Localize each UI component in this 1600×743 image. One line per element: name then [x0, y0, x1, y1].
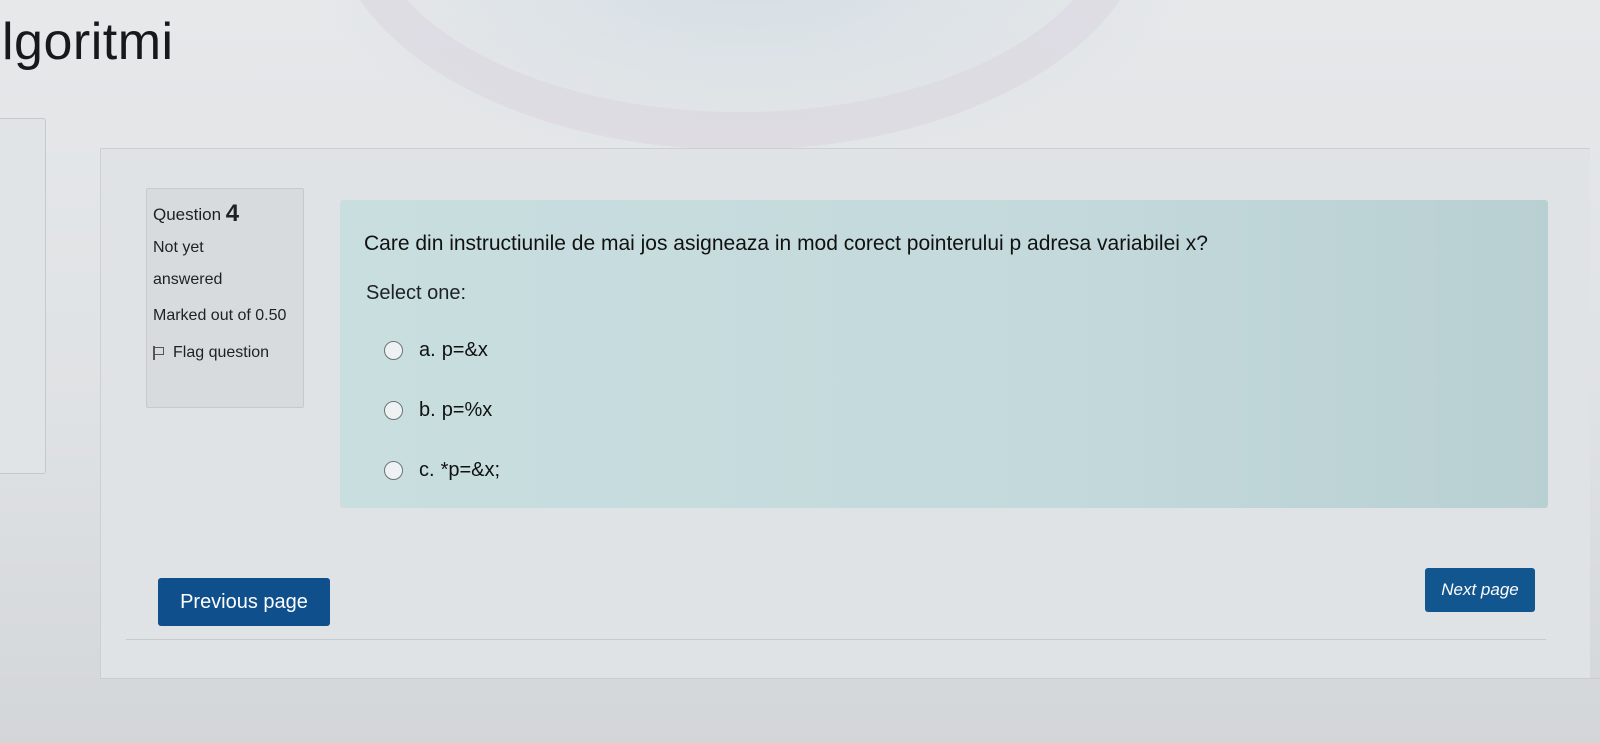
flag-question-label: Flag question: [173, 344, 270, 361]
question-number: Question 4: [153, 200, 240, 227]
answer-letter: c.: [419, 458, 435, 481]
radio-a[interactable]: [384, 340, 403, 360]
select-one-prompt: Select one:: [366, 282, 467, 304]
question-info-box: Question 4 Not yet answered Marked out o…: [146, 188, 304, 408]
answer-text: *p=&x;: [440, 458, 501, 481]
answer-option-c[interactable]: c. *p=&x;: [384, 440, 500, 500]
answer-letter: a.: [419, 338, 436, 361]
divider: [100, 678, 1600, 679]
flag-question-link[interactable]: Flag question: [153, 342, 293, 364]
question-state: Not yet answered: [153, 239, 223, 288]
page-title: lgoritmi: [2, 13, 174, 71]
answer-text: p=%x: [441, 398, 493, 421]
answer-list: a. p=&x b. p=%x c. *p=&x;: [384, 320, 500, 500]
question-text: Care din instructiunile de mai jos asign…: [364, 232, 1208, 255]
flag-icon: [153, 346, 165, 360]
banner-arc-decoration: [330, 0, 1150, 150]
left-side-panel: [0, 118, 46, 474]
next-page-button[interactable]: Next page: [1425, 568, 1535, 612]
quiz-page: lgoritmi Question 4 Not yet answered Mar…: [0, 0, 1600, 743]
radio-c[interactable]: [384, 460, 403, 480]
answer-option-a[interactable]: a. p=&x: [384, 320, 500, 380]
answer-letter: b.: [419, 398, 436, 421]
radio-b[interactable]: [384, 400, 403, 420]
answer-option-b[interactable]: b. p=%x: [384, 380, 500, 440]
answer-text: p=&x: [441, 338, 488, 361]
previous-page-button[interactable]: Previous page: [158, 578, 330, 626]
question-marks: Marked out of 0.50: [153, 307, 287, 324]
